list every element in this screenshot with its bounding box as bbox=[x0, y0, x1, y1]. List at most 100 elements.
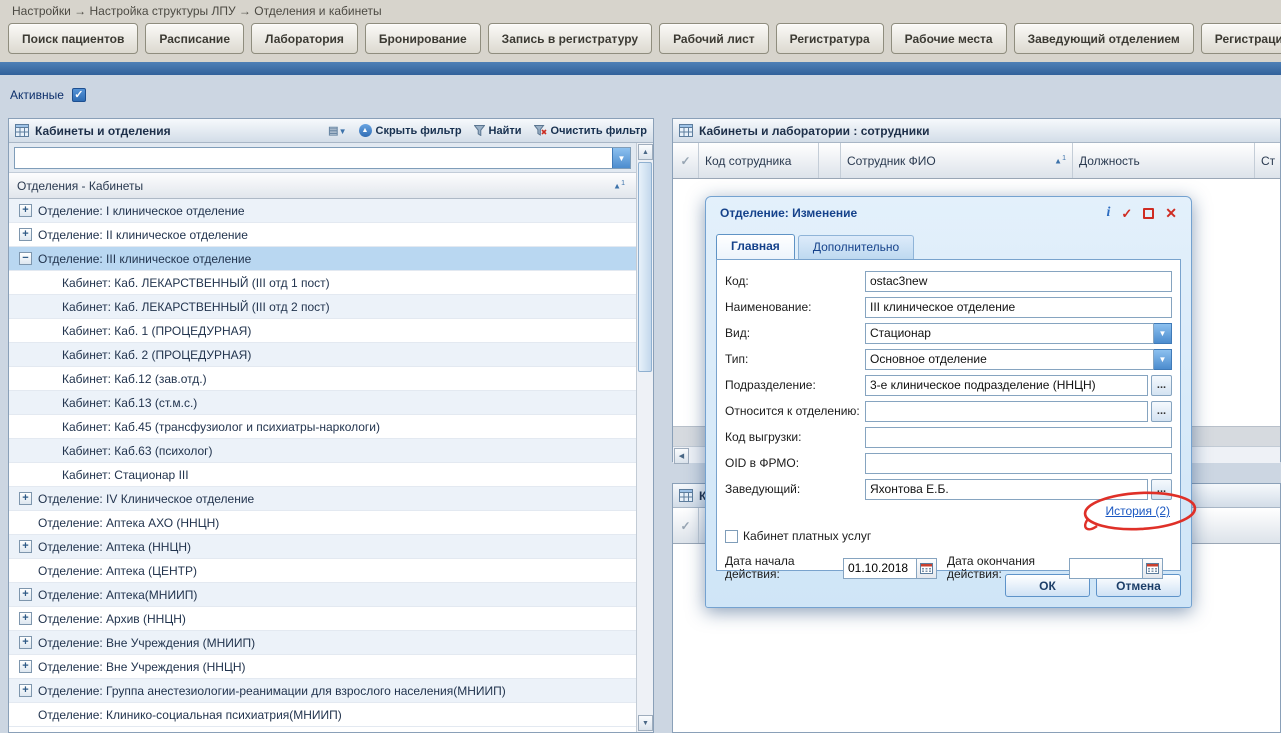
tree-row[interactable]: Отделение: Аптека (ЦЕНТР) bbox=[9, 559, 636, 583]
toolbar-button[interactable]: Бронирование bbox=[365, 23, 481, 54]
toolbar-button[interactable]: Лаборатория bbox=[251, 23, 358, 54]
toolbar-button[interactable]: Запись в регистратуру bbox=[488, 23, 652, 54]
column-header[interactable]: Ст bbox=[1255, 143, 1280, 178]
active-checkbox[interactable]: ✓ bbox=[72, 88, 86, 102]
dialog-tab[interactable]: Главная bbox=[716, 234, 795, 259]
tree-row[interactable]: +Отделение: Вне Учреждения (ННЦН) bbox=[9, 655, 636, 679]
tree-vertical-scrollbar[interactable]: ▲ ▼ bbox=[636, 143, 653, 732]
tree-row[interactable]: Кабинет: Каб. 2 (ПРОЦЕДУРНАЯ) bbox=[9, 343, 636, 367]
paid-room-checkbox[interactable] bbox=[725, 530, 738, 543]
date-end-input[interactable] bbox=[1069, 558, 1143, 579]
expand-icon[interactable]: + bbox=[19, 588, 32, 601]
tree-row[interactable]: Кабинет: Каб. 1 (ПРОЦЕДУРНАЯ) bbox=[9, 319, 636, 343]
tree-row-label: Отделение: Клинико-социальная психиатрия… bbox=[38, 708, 342, 722]
tree-row[interactable]: −Отделение: III клиническое отделение bbox=[9, 247, 636, 271]
combo-dropdown-icon[interactable]: ▼ bbox=[1154, 349, 1172, 370]
tree-row[interactable]: +Отделение: Вне Учреждения (МНИИП) bbox=[9, 631, 636, 655]
scroll-up-icon[interactable]: ▲ bbox=[638, 144, 653, 160]
code-input[interactable] bbox=[865, 271, 1172, 292]
tree-row[interactable]: +Отделение: Архив (ННЦН) bbox=[9, 607, 636, 631]
expand-icon[interactable]: + bbox=[19, 492, 32, 505]
apply-icon[interactable]: ✓ bbox=[1121, 207, 1132, 220]
tree-row[interactable]: +Отделение: Аптека (ННЦН) bbox=[9, 535, 636, 559]
select-all-column-header[interactable]: ✓ bbox=[673, 508, 699, 543]
find-button[interactable]: Найти bbox=[474, 125, 522, 137]
tree-row[interactable]: +Отделение: II клиническое отделение bbox=[9, 223, 636, 247]
tree-row[interactable]: + Отделение: IV Клиническое отделение bbox=[9, 487, 636, 511]
hide-filter-button[interactable]: ▲ Скрыть фильтр bbox=[359, 124, 462, 137]
collapse-icon[interactable]: − bbox=[19, 252, 32, 265]
tree-row[interactable]: +Отделение: Группа анестезиологии-реаним… bbox=[9, 679, 636, 703]
date-end-label: Дата окончания действия: bbox=[947, 555, 1069, 581]
tree-row[interactable]: Кабинет: Каб.13 (ст.м.с.) bbox=[9, 391, 636, 415]
clear-filter-button[interactable]: Очистить фильтр bbox=[534, 125, 647, 137]
subdivision-input[interactable] bbox=[865, 375, 1148, 396]
info-icon[interactable]: i bbox=[1106, 206, 1110, 220]
dialog-tab-strip: ГлавнаяДополнительно bbox=[706, 229, 1191, 259]
expand-icon[interactable]: + bbox=[19, 684, 32, 697]
tree-row[interactable]: Отделение: Клинико-социальная психиатрия… bbox=[9, 703, 636, 727]
scroll-left-icon[interactable]: ◀ bbox=[674, 448, 689, 464]
sort-asc-icon: ▲1 bbox=[613, 180, 625, 191]
column-header[interactable]: Должность bbox=[1073, 143, 1255, 178]
tree-row[interactable]: Кабинет: Каб. ЛЕКАРСТВЕННЫЙ (III отд 2 п… bbox=[9, 295, 636, 319]
form-row-parent: Относится к отделению: ... bbox=[725, 398, 1172, 424]
tree-row[interactable]: Кабинет: Стационар III bbox=[9, 463, 636, 487]
tree-row[interactable]: +Отделение: Аптека(МНИИП) bbox=[9, 583, 636, 607]
expand-icon[interactable]: + bbox=[19, 660, 32, 673]
toolbar-button[interactable]: Рабочий лист bbox=[659, 23, 769, 54]
head-lookup-button[interactable]: ... bbox=[1151, 479, 1172, 500]
calendar-icon[interactable] bbox=[1143, 558, 1163, 579]
combo-dropdown-icon[interactable]: ▼ bbox=[612, 148, 630, 168]
toolbar-button[interactable]: Регистрация материала bbox=[1201, 23, 1281, 54]
expand-icon[interactable]: + bbox=[19, 636, 32, 649]
select-all-column-header[interactable]: ✓ bbox=[673, 143, 699, 178]
tree-row[interactable]: Отделение: Аптека АХО (ННЦН) bbox=[9, 511, 636, 535]
toolbar-button[interactable]: Расписание bbox=[145, 23, 244, 54]
toolbar-button[interactable]: Регистратура bbox=[776, 23, 884, 54]
expand-icon[interactable]: + bbox=[19, 228, 32, 241]
tree-row[interactable]: Кабинет: Каб. ЛЕКАРСТВЕННЫЙ (III отд 1 п… bbox=[9, 271, 636, 295]
parent-lookup-button[interactable]: ... bbox=[1151, 401, 1172, 422]
toolbar-button[interactable]: Рабочие места bbox=[891, 23, 1007, 54]
department-edit-dialog: Отделение: Изменение i ✓ ✕ ГлавнаяДополн… bbox=[705, 196, 1192, 608]
toolbar-button[interactable]: Заведующий отделением bbox=[1014, 23, 1194, 54]
expand-icon[interactable]: + bbox=[19, 540, 32, 553]
dialog-tab[interactable]: Дополнительно bbox=[798, 235, 914, 259]
calendar-icon[interactable] bbox=[917, 558, 937, 579]
head-input[interactable] bbox=[865, 479, 1148, 500]
subdivision-lookup-button[interactable]: ... bbox=[1151, 375, 1172, 396]
close-icon[interactable]: ✕ bbox=[1165, 206, 1177, 220]
tree-row-label: Кабинет: Каб.63 (психолог) bbox=[62, 444, 213, 458]
tree-row[interactable]: + Отделение: I клиническое отделение bbox=[9, 199, 636, 223]
maximize-icon[interactable] bbox=[1143, 208, 1154, 219]
dialog-form: Код: Наименование: Вид: ▼ Тип: ▼ bbox=[716, 259, 1181, 571]
tree-row-label: Отделение: IV Клиническое отделение bbox=[38, 492, 254, 506]
tree-row-label: Отделение: I клиническое отделение bbox=[38, 204, 245, 218]
tree-row[interactable]: Кабинет: Каб.45 (трансфузиолог и психиат… bbox=[9, 415, 636, 439]
tree-row[interactable]: Кабинет: Каб.63 (психолог) bbox=[9, 439, 636, 463]
tree-filter-input[interactable] bbox=[15, 148, 612, 168]
date-start-input[interactable] bbox=[843, 558, 917, 579]
combo-dropdown-icon[interactable]: ▼ bbox=[1154, 323, 1172, 344]
dialog-title-bar[interactable]: Отделение: Изменение i ✓ ✕ bbox=[706, 197, 1191, 229]
toolbar-button[interactable]: Поиск пациентов bbox=[8, 23, 138, 54]
parent-input[interactable] bbox=[865, 401, 1148, 422]
grid-menu-icon[interactable]: ▤▼ bbox=[328, 124, 346, 137]
history-link[interactable]: История (2) bbox=[1105, 504, 1170, 518]
breadcrumb[interactable]: Настройки → Настройка структуры ЛПУ → От… bbox=[0, 0, 1281, 18]
expand-icon[interactable]: + bbox=[19, 204, 32, 217]
filter-actions: ▤▼ ▲ Скрыть фильтр Найти Очистить фильтр bbox=[328, 124, 647, 137]
tree-row[interactable]: Кабинет: Каб.12 (зав.отд.) bbox=[9, 367, 636, 391]
scroll-down-icon[interactable]: ▼ bbox=[638, 715, 653, 731]
column-header[interactable]: Сотрудник ФИО▲1 bbox=[841, 143, 1073, 178]
tree-column-header[interactable]: Отделения - Кабинеты ▲1 bbox=[9, 173, 653, 199]
name-input[interactable] bbox=[865, 297, 1172, 318]
column-header[interactable]: Код сотрудника bbox=[699, 143, 819, 178]
type-select[interactable] bbox=[865, 349, 1154, 370]
scrollbar-thumb[interactable] bbox=[638, 162, 652, 372]
export-code-input[interactable] bbox=[865, 427, 1172, 448]
kind-select[interactable] bbox=[865, 323, 1154, 344]
expand-icon[interactable]: + bbox=[19, 612, 32, 625]
oid-input[interactable] bbox=[865, 453, 1172, 474]
